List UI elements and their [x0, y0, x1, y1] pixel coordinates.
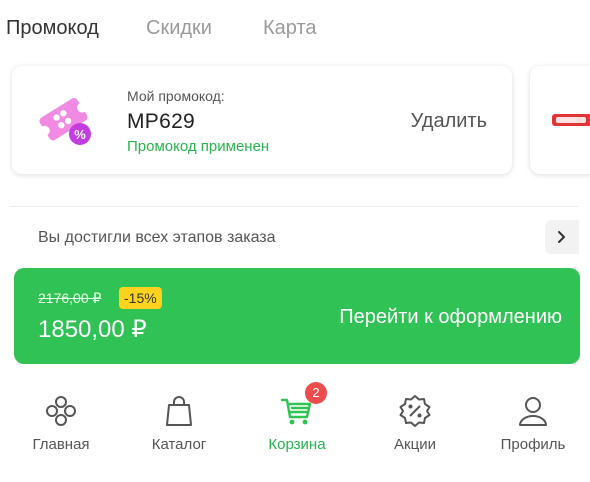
tab-card[interactable]: Карта [263, 14, 317, 42]
percent-badge-icon [399, 395, 431, 427]
nav-label-promotions: Акции [394, 436, 436, 453]
nav-label-cart: Корзина [268, 436, 326, 453]
discount-badge: -15% [119, 287, 162, 309]
checkout-label: Перейти к оформлению [339, 306, 562, 328]
nav-label-profile: Профиль [500, 436, 566, 453]
stages-expand-button[interactable] [545, 220, 579, 254]
checkout-button[interactable]: 2176,00 ₽ -15% 1850,00 ₽ Перейти к оформ… [14, 268, 580, 364]
chevron-right-icon [558, 231, 565, 243]
next-promo-card[interactable] [530, 66, 590, 174]
total-price: 1850,00 ₽ [38, 316, 147, 343]
cart-count-badge: 2 [305, 382, 327, 404]
nav-label-catalog: Каталог [151, 436, 207, 453]
tab-promocode[interactable]: Промокод [6, 14, 99, 42]
nav-item-profile[interactable]: Профиль [483, 392, 583, 462]
tab-discounts[interactable]: Скидки [146, 14, 212, 42]
nav-item-catalog[interactable]: Каталог [129, 392, 229, 462]
bottom-navigation: Главная Каталог 2 Корзина Акции Профиль [0, 382, 590, 472]
nav-item-home[interactable]: Главная [11, 392, 111, 462]
order-stages-message: Вы достигли всех этапов заказа [38, 229, 276, 246]
promo-label: Мой промокод: [127, 88, 225, 104]
promo-code-value: MP629 [127, 110, 196, 133]
home-icon [46, 396, 76, 426]
promo-status: Промокод применен [127, 138, 270, 155]
promo-card: % Мой промокод: MP629 Промокод применен … [12, 66, 512, 174]
old-price: 2176,00 ₽ [38, 290, 102, 306]
divider [10, 206, 578, 207]
delete-promo-button[interactable]: Удалить [411, 110, 487, 133]
svg-text:%: % [74, 127, 86, 142]
bag-icon [166, 396, 192, 426]
coupon-percent-icon: % [39, 97, 91, 145]
nav-item-promotions[interactable]: Акции [365, 392, 465, 462]
profile-icon [519, 397, 547, 426]
product-thumbnail [552, 114, 590, 126]
nav-item-cart[interactable]: 2 Корзина [247, 382, 347, 462]
nav-label-home: Главная [32, 436, 90, 453]
